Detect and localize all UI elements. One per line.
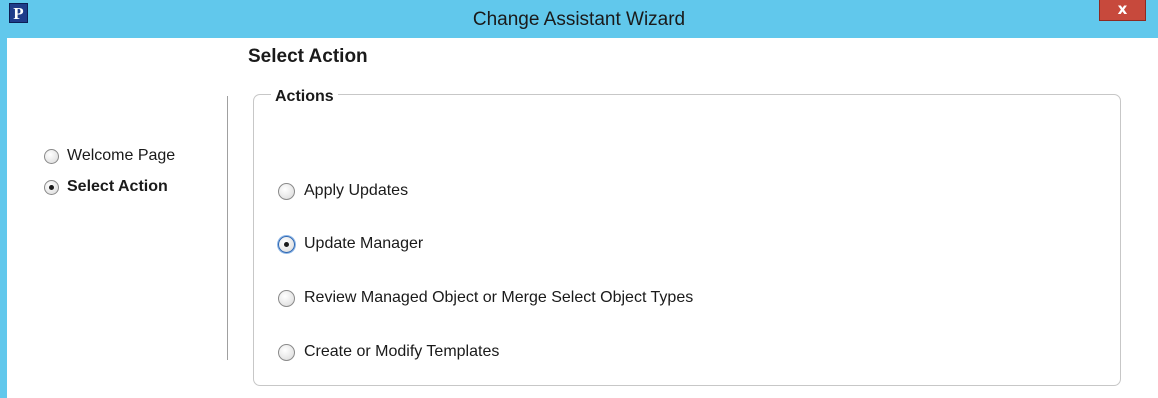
option-review-managed-object[interactable]: Review Managed Object or Merge Select Ob… [278,289,693,307]
step-select-action[interactable]: Select Action [44,178,168,196]
peoplesoft-app-icon[interactable]: P [9,3,28,23]
wizard-window: P Change Assistant Wizard x Select Actio… [0,0,1158,398]
step-radio-icon[interactable] [44,148,59,164]
option-label[interactable]: Review Managed Object or Merge Select Ob… [304,289,693,307]
actions-group-title: Actions [271,88,338,106]
option-label[interactable]: Apply Updates [304,182,408,200]
step-label: Select Action [67,178,168,195]
option-radio-icon[interactable] [278,235,295,253]
option-label[interactable]: Create or Modify Templates [304,343,499,361]
option-radio-icon[interactable] [278,289,295,307]
option-apply-updates[interactable]: Apply Updates [278,182,408,200]
step-radio-icon[interactable] [44,179,59,195]
steps-divider [227,96,228,360]
step-label: Welcome Page [67,147,176,164]
option-radio-icon[interactable] [278,182,295,200]
option-create-modify-templates[interactable]: Create or Modify Templates [278,343,499,361]
option-update-manager[interactable]: Update Manager [278,235,423,253]
option-label[interactable]: Update Manager [304,235,423,253]
step-welcome-page[interactable]: Welcome Page [44,147,175,165]
option-radio-icon[interactable] [278,343,295,361]
page-title: Select Action [248,46,368,67]
close-button[interactable]: x [1099,0,1146,21]
